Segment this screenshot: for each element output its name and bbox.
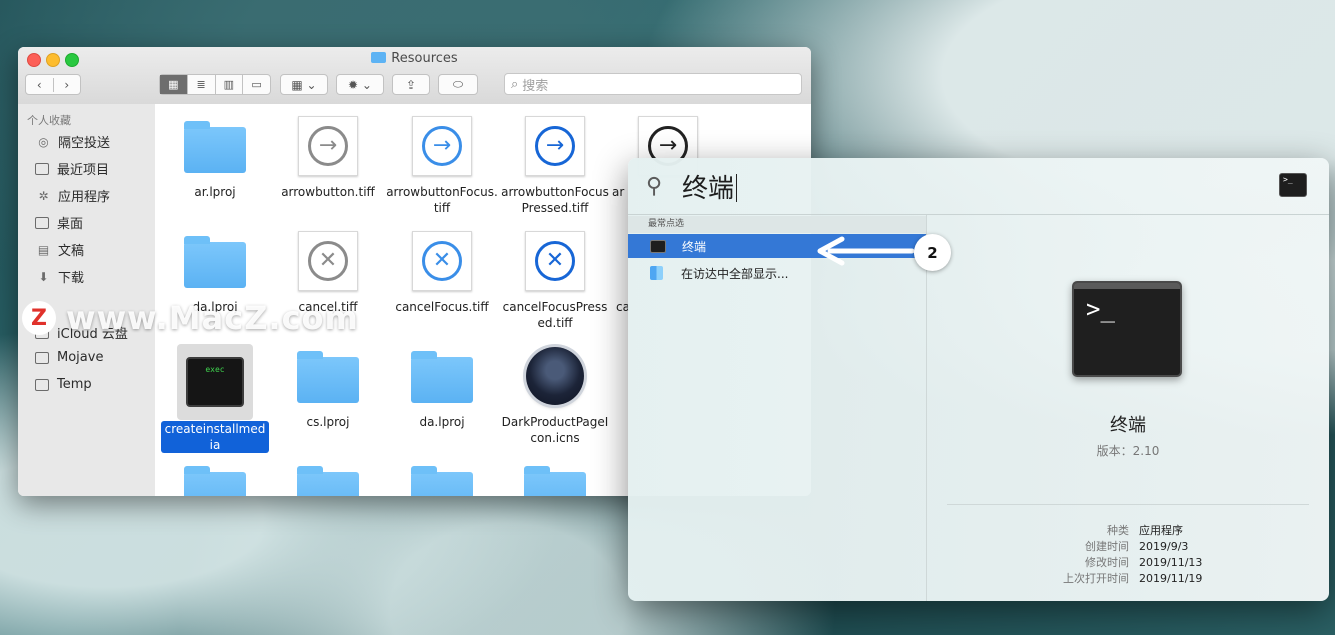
back-button[interactable]: ‹ [26,78,53,92]
documents-icon: ▤ [37,242,50,257]
spotlight-query-input[interactable]: 终端 [682,168,738,205]
share-button[interactable]: ⇪ [392,74,430,95]
view-mode-control: ▦ ≣ ▥ ▭ [159,74,271,95]
list-view-button[interactable]: ≣ [186,75,215,94]
sidebar-item-documents[interactable]: ▤ 文稿 [35,240,84,260]
file-item[interactable]: DarkProductPageIcon.icns [497,344,613,446]
metadata-row: 创建时间 2019/9/3 [1085,540,1189,553]
cancel-x-icon: ✕ [535,241,575,281]
sidebar-item-airdrop[interactable]: ◎ 隔空投送 [35,132,110,152]
arrow-right-icon: → [422,126,462,166]
airdrop-icon: ◎ [38,134,49,149]
cancel-x-icon: ✕ [422,241,462,281]
step-number-badge: 2 [914,234,951,271]
sidebar-item-temp[interactable]: Temp [35,377,92,392]
terminal-app-icon: >_ [1279,173,1307,197]
finder-search-input[interactable]: ⌕ 搜索 [504,73,802,95]
annotation-arrow-icon [817,236,915,266]
spotlight-results-list: 最常点选 终端 在访达中全部显示... [628,215,927,601]
file-item[interactable]: ✕ cancelFocusPressed.tiff [497,229,613,331]
finder-icon [650,266,663,280]
tiff-thumbnail: ✕ [412,231,472,291]
file-item-selected[interactable]: exec createinstallmedia [157,344,273,453]
terminal-exec-icon: exec [186,357,244,407]
tiff-thumbnail: → [412,116,472,176]
icon-view-button[interactable]: ▦ [160,75,187,94]
file-item[interactable] [157,459,273,496]
preview-app-name: 终端 [1110,415,1146,436]
sidebar-heading-favorites: 个人收藏 [27,114,71,127]
file-item[interactable]: → arrowbuttonFocusPressed.tiff [497,114,613,216]
text-caret [736,174,738,202]
sidebar-item-recents[interactable]: 最近项目 [35,159,109,178]
selection-highlight: exec [177,344,253,420]
spotlight-window: ⚲ 终端 >_ 最常点选 终端 在访达中全部显示... >_ 终端 版本：2.1… [628,158,1329,601]
preview-metadata: 种类 应用程序 创建时间 2019/9/3 修改时间 2019/11/13 上次… [927,523,1328,587]
watermark-text: www.MacZ.com [66,299,359,337]
arrow-right-icon: → [535,126,575,166]
search-icon: ⌕ [511,76,519,92]
applications-icon: ✲ [38,188,49,203]
arrow-right-icon: → [308,126,348,166]
cancel-x-icon: ✕ [308,241,348,281]
recents-icon [35,162,49,175]
tiff-thumbnail: → [525,116,585,176]
search-icon: ⚲ [646,174,663,199]
file-item[interactable] [384,459,500,496]
folder-icon [297,351,359,403]
terminal-icon [650,239,666,253]
tiff-thumbnail: ✕ [525,231,585,291]
tiff-thumbnail: → [298,116,358,176]
gallery-view-button[interactable]: ▭ [242,75,270,94]
macos-mojave-icon [526,347,584,405]
macz-logo-icon: Z [22,301,56,335]
disk-icon [35,351,49,364]
window-title: Resources [18,51,811,66]
action-button[interactable]: ✹ ⌄ [336,74,384,95]
finder-titlebar: Resources ‹ › ▦ ≣ ▥ ▭ ▦ ⌄ ✹ ⌄ ⇪ ⬭ ⌕ 搜索 [18,47,811,105]
watermark: Z www.MacZ.com [22,299,359,337]
forward-button[interactable]: › [52,77,81,92]
back-forward-control: ‹ › [25,74,81,95]
folder-icon [411,466,473,496]
spotlight-preview-pane: >_ 终端 版本：2.10 种类 应用程序 创建时间 2019/9/3 修改时间… [927,215,1329,601]
folder-icon [524,466,586,496]
file-item[interactable] [270,459,386,496]
column-view-button[interactable]: ▥ [214,75,243,94]
file-item[interactable]: ar.lproj [157,114,273,200]
folder-icon [184,121,246,173]
folder-icon [411,351,473,403]
preview-app-version: 版本：2.10 [1096,444,1160,458]
spotlight-search-bar[interactable]: ⚲ 终端 >_ [628,158,1329,215]
metadata-row: 修改时间 2019/11/13 [1085,556,1203,569]
file-item[interactable] [497,459,613,496]
group-button[interactable]: ▦ ⌄ [280,74,328,95]
folder-icon [297,466,359,496]
metadata-row: 上次打开时间 2019/11/19 [1063,572,1203,585]
folder-icon [184,466,246,496]
sidebar-item-mojave[interactable]: Mojave [35,350,103,365]
tag-button[interactable]: ⬭ [438,74,478,95]
sidebar-item-downloads[interactable]: ⬇ 下载 [35,267,84,287]
preview-divider [947,504,1309,505]
terminal-large-icon: >_ [1072,281,1182,377]
downloads-icon: ⬇ [38,269,49,284]
metadata-row: 种类 应用程序 [1107,524,1183,537]
file-item[interactable]: cs.lproj [270,344,386,430]
section-heading-top-hits: 最常点选 [628,216,926,233]
folder-icon [184,236,246,288]
file-item[interactable]: da.lproj [384,344,500,430]
file-item[interactable]: → arrowbutton.tiff [270,114,386,200]
file-item[interactable]: → arrowbuttonFocus.tiff [384,114,500,216]
file-item[interactable]: ✕ cancelFocus.tiff [384,229,500,315]
tiff-thumbnail: ✕ [298,231,358,291]
sidebar-item-applications[interactable]: ✲ 应用程序 [35,186,110,206]
folder-icon [371,52,387,63]
sidebar-item-desktop[interactable]: 桌面 [35,213,83,232]
disk-icon [35,378,49,391]
desktop-icon [35,216,49,229]
